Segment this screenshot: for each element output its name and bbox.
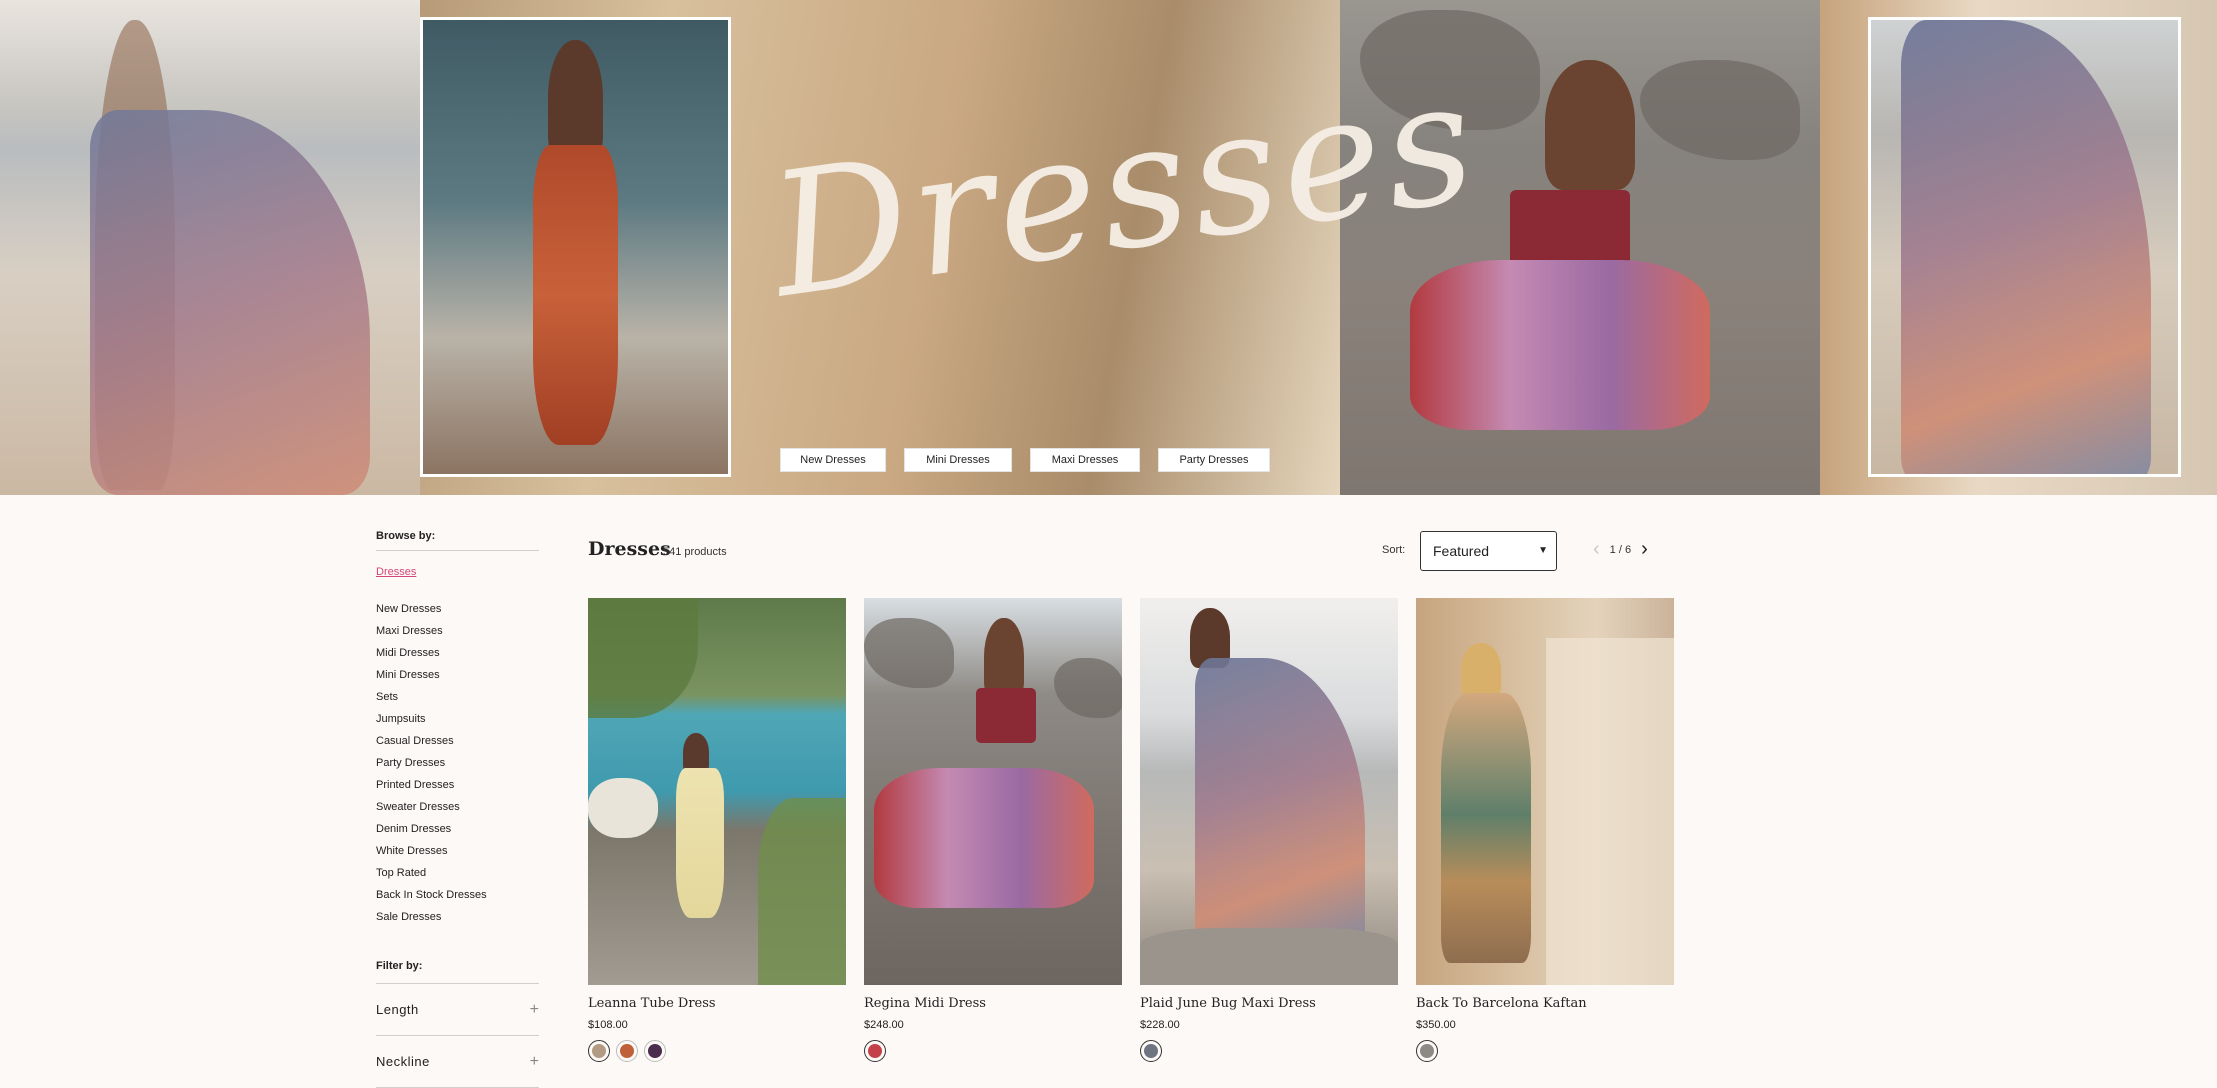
product-name[interactable]: Back To Barcelona Kaftan: [1416, 996, 1674, 1011]
page-indicator: 1 / 6: [1609, 543, 1632, 556]
sidebar-item-denim-dresses[interactable]: Denim Dresses: [376, 822, 487, 844]
filter-heading: Filter by:: [376, 960, 423, 972]
hero-banner: Dresses New Dresses Mini Dresses Maxi Dr…: [0, 0, 2217, 495]
sidebar-item-casual-dresses[interactable]: Casual Dresses: [376, 734, 487, 756]
color-swatch[interactable]: [644, 1040, 666, 1062]
color-swatch[interactable]: [616, 1040, 638, 1062]
hero-button-new-dresses[interactable]: New Dresses: [780, 448, 886, 472]
product-image[interactable]: [1140, 598, 1398, 985]
product-name[interactable]: Regina Midi Dress: [864, 996, 1122, 1011]
color-swatches: [588, 1040, 846, 1062]
sidebar-item-white-dresses[interactable]: White Dresses: [376, 844, 487, 866]
sidebar-item-mini-dresses[interactable]: Mini Dresses: [376, 668, 487, 690]
sidebar-item-jumpsuits[interactable]: Jumpsuits: [376, 712, 487, 734]
filter-length[interactable]: Length +: [376, 983, 539, 1035]
sidebar-category-list: New Dresses Maxi Dresses Midi Dresses Mi…: [376, 602, 487, 932]
sidebar-item-new-dresses[interactable]: New Dresses: [376, 602, 487, 624]
sidebar-item-sets[interactable]: Sets: [376, 690, 487, 712]
sidebar-item-midi-dresses[interactable]: Midi Dresses: [376, 646, 487, 668]
sidebar: Browse by: Dresses New Dresses Maxi Dres…: [376, 530, 539, 1088]
color-swatch[interactable]: [1140, 1040, 1162, 1062]
hero-inset-image-left: [420, 17, 731, 477]
caret-down-icon: ▼: [1538, 545, 1548, 556]
product-price: $228.00: [1140, 1019, 1180, 1031]
sidebar-item-printed-dresses[interactable]: Printed Dresses: [376, 778, 487, 800]
plus-icon: +: [529, 1000, 539, 1018]
product-card: Back To Barcelona Kaftan $350.00: [1416, 598, 1674, 1062]
product-name[interactable]: Plaid June Bug Maxi Dress: [1140, 996, 1398, 1011]
page-title: Dresses: [588, 538, 671, 560]
filter-neckline[interactable]: Neckline +: [376, 1035, 539, 1087]
product-image[interactable]: [1416, 598, 1674, 985]
color-swatches: [1416, 1040, 1674, 1062]
chevron-left-icon[interactable]: ‹: [1593, 538, 1600, 561]
hero-button-maxi-dresses[interactable]: Maxi Dresses: [1030, 448, 1140, 472]
sidebar-item-top-rated[interactable]: Top Rated: [376, 866, 487, 888]
sort-dropdown[interactable]: Featured ▼: [1420, 531, 1557, 571]
color-swatches: [1140, 1040, 1398, 1062]
color-swatch[interactable]: [864, 1040, 886, 1062]
hero-category-buttons: New Dresses Mini Dresses Maxi Dresses Pa…: [0, 448, 2217, 472]
product-card: Leanna Tube Dress $108.00: [588, 598, 846, 1062]
browse-heading: Browse by:: [376, 530, 436, 542]
sidebar-item-sale-dresses[interactable]: Sale Dresses: [376, 910, 487, 932]
product-image[interactable]: [588, 598, 846, 985]
sidebar-item-dresses-active[interactable]: Dresses: [376, 566, 416, 578]
sort-value: Featured: [1433, 543, 1490, 559]
plus-icon: +: [529, 1052, 539, 1070]
product-card: Regina Midi Dress $248.00: [864, 598, 1122, 1062]
sort-label: Sort:: [1382, 544, 1406, 556]
product-price: $108.00: [588, 1019, 628, 1031]
hero-inset-image-right: [1868, 17, 2181, 477]
chevron-right-icon[interactable]: ›: [1641, 538, 1648, 561]
color-swatch[interactable]: [588, 1040, 610, 1062]
product-name[interactable]: Leanna Tube Dress: [588, 996, 846, 1011]
product-card: Plaid June Bug Maxi Dress $228.00: [1140, 598, 1398, 1062]
hero-button-mini-dresses[interactable]: Mini Dresses: [904, 448, 1012, 472]
product-price: $248.00: [864, 1019, 904, 1031]
color-swatches: [864, 1040, 1122, 1062]
divider: [376, 550, 539, 551]
sidebar-item-back-in-stock[interactable]: Back In Stock Dresses: [376, 888, 487, 910]
sidebar-item-party-dresses[interactable]: Party Dresses: [376, 756, 487, 778]
product-image[interactable]: [864, 598, 1122, 985]
pagination: ‹ 1 / 6 ›: [1593, 538, 1648, 561]
product-count: 541 products: [663, 546, 727, 558]
product-price: $350.00: [1416, 1019, 1456, 1031]
color-swatch[interactable]: [1416, 1040, 1438, 1062]
filter-neckline-label: Neckline: [376, 1054, 430, 1069]
sidebar-item-sweater-dresses[interactable]: Sweater Dresses: [376, 800, 487, 822]
hero-button-party-dresses[interactable]: Party Dresses: [1158, 448, 1270, 472]
filter-length-label: Length: [376, 1002, 419, 1017]
hero-image-plaid-dress: [0, 0, 420, 495]
sidebar-item-maxi-dresses[interactable]: Maxi Dresses: [376, 624, 487, 646]
